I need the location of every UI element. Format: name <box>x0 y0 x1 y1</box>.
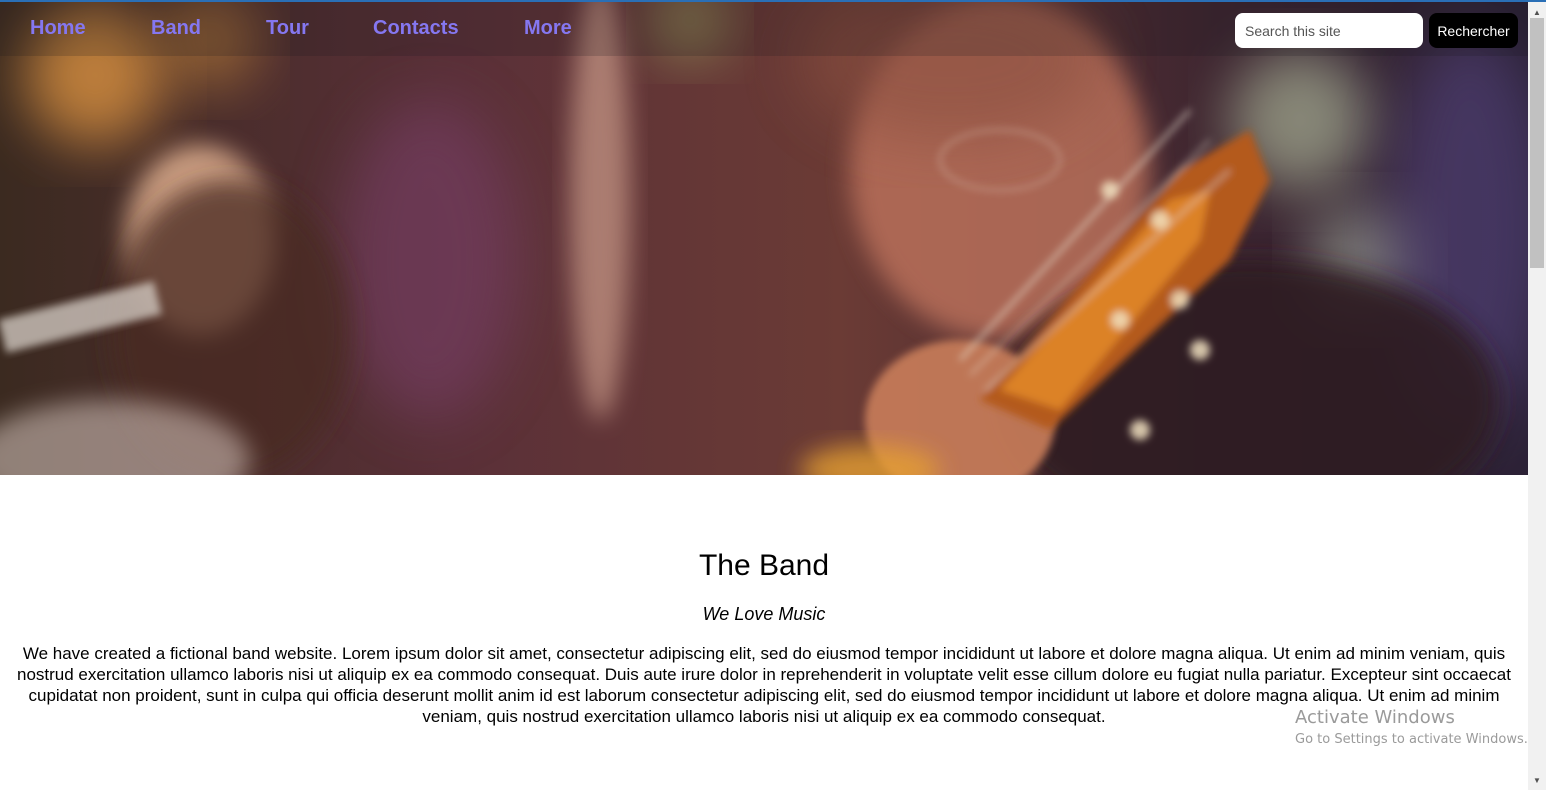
nav-link-band[interactable]: Band <box>151 16 266 40</box>
band-description: We have created a fictional band website… <box>17 644 1511 726</box>
top-navbar: Home Band Tour Contacts More Rechercher <box>0 2 1528 56</box>
nav-links: Home Band Tour Contacts More <box>30 16 594 40</box>
watermark-subtitle: Go to Settings to activate Windows. <box>1295 732 1528 747</box>
window-top-border <box>0 0 1546 2</box>
search-button[interactable]: Rechercher <box>1429 13 1518 48</box>
hero-image <box>0 0 1528 475</box>
section-subtitle: We Love Music <box>702 604 826 624</box>
search-input[interactable] <box>1235 13 1423 48</box>
scrollbar-thumb[interactable] <box>1530 18 1544 268</box>
hero-photo <box>0 0 1528 475</box>
nav-link-home[interactable]: Home <box>30 16 151 40</box>
watermark-title: Activate Windows <box>1295 707 1455 728</box>
nav-link-tour[interactable]: Tour <box>266 16 373 40</box>
nav-link-contacts[interactable]: Contacts <box>373 16 524 40</box>
triangle-down-icon[interactable]: ▼ <box>1528 772 1546 788</box>
page: Home Band Tour Contacts More Rechercher … <box>0 0 1546 790</box>
nav-link-more[interactable]: More <box>524 16 594 40</box>
section-title: The Band <box>698 549 830 582</box>
vertical-scrollbar[interactable]: ▲ ▼ <box>1528 0 1546 790</box>
activate-windows-watermark: Activate Windows Go to Settings to activ… <box>1295 707 1528 749</box>
